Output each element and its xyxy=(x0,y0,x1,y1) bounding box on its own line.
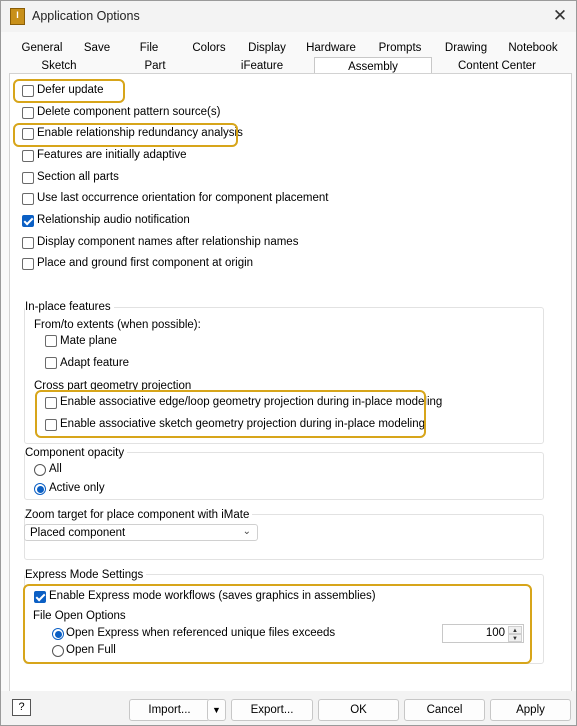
tab-display[interactable]: Display xyxy=(239,39,295,57)
tab-colors[interactable]: Colors xyxy=(179,39,239,57)
opacity-active-only-label: Active only xyxy=(49,482,105,494)
window-title: Application Options xyxy=(32,9,140,23)
initially-adaptive-label: Features are initially adaptive xyxy=(37,149,187,161)
highlight-redundancy-analysis xyxy=(13,123,238,147)
highlight-defer-update xyxy=(13,79,125,103)
zoom-target-value: Placed component xyxy=(30,527,126,539)
opacity-all-label: All xyxy=(49,463,62,475)
import-button[interactable]: Import... xyxy=(129,699,210,721)
audio-notification-checkbox[interactable] xyxy=(22,215,34,227)
last-occurrence-orientation-checkbox[interactable] xyxy=(22,193,34,205)
chevron-down-icon: ⌄ xyxy=(242,526,251,537)
section-all-parts-checkbox[interactable] xyxy=(22,172,34,184)
ok-button[interactable]: OK xyxy=(318,699,399,721)
tab-general[interactable]: General xyxy=(13,39,71,57)
component-opacity-title: Component opacity xyxy=(25,447,128,459)
highlight-express-mode xyxy=(23,584,532,664)
delete-pattern-source-checkbox[interactable] xyxy=(22,107,34,119)
extents-label: From/to extents (when possible): xyxy=(34,319,201,331)
import-dropdown-icon[interactable]: ▼ xyxy=(207,699,226,721)
export-button[interactable]: Export... xyxy=(231,699,313,721)
tab-save[interactable]: Save xyxy=(73,39,121,57)
close-icon[interactable]: ✕ xyxy=(549,6,571,26)
mate-plane-label: Mate plane xyxy=(60,335,117,347)
in-place-features-title: In-place features xyxy=(25,301,114,313)
opacity-all-radio[interactable] xyxy=(34,464,46,476)
express-mode-title: Express Mode Settings xyxy=(25,569,147,581)
tab-hardware[interactable]: Hardware xyxy=(301,39,361,57)
zoom-target-dropdown[interactable]: Placed component ⌄ xyxy=(24,524,258,541)
highlight-geometry-projection xyxy=(35,390,426,438)
adapt-feature-checkbox[interactable] xyxy=(45,357,57,369)
ground-first-component-label: Place and ground first component at orig… xyxy=(37,257,254,269)
zoom-target-title: Zoom target for place component with iMa… xyxy=(25,509,253,521)
application-options-window: I Application Options ✕ General Save Fil… xyxy=(0,0,577,726)
names-after-relationships-label: Display component names after relationsh… xyxy=(37,236,299,248)
audio-notification-label: Relationship audio notification xyxy=(37,214,190,226)
cancel-button[interactable]: Cancel xyxy=(404,699,485,721)
tab-strip: General Save File Colors Display Hardwar… xyxy=(9,38,570,77)
inventor-app-icon: I xyxy=(10,8,25,25)
tab-prompts[interactable]: Prompts xyxy=(369,39,431,57)
last-occurrence-orientation-label: Use last occurrence orientation for comp… xyxy=(37,192,329,204)
opacity-active-only-radio[interactable] xyxy=(34,483,46,495)
names-after-relationships-checkbox[interactable] xyxy=(22,237,34,249)
tab-drawing[interactable]: Drawing xyxy=(437,39,495,57)
tab-notebook[interactable]: Notebook xyxy=(503,39,563,57)
section-all-parts-label: Section all parts xyxy=(37,171,119,183)
assembly-options-panel: Defer update Delete component pattern so… xyxy=(9,73,572,692)
ground-first-component-checkbox[interactable] xyxy=(22,258,34,270)
initially-adaptive-checkbox[interactable] xyxy=(22,150,34,162)
help-icon[interactable]: ? xyxy=(12,699,31,716)
tab-file[interactable]: File xyxy=(123,39,175,57)
dialog-button-bar: ? Import... ▼ Export... OK Cancel Apply xyxy=(1,691,576,725)
adapt-feature-label: Adapt feature xyxy=(60,357,130,369)
title-bar: I Application Options ✕ xyxy=(1,1,576,32)
delete-pattern-source-label: Delete component pattern source(s) xyxy=(37,106,221,118)
mate-plane-checkbox[interactable] xyxy=(45,335,57,347)
apply-button[interactable]: Apply xyxy=(490,699,571,721)
